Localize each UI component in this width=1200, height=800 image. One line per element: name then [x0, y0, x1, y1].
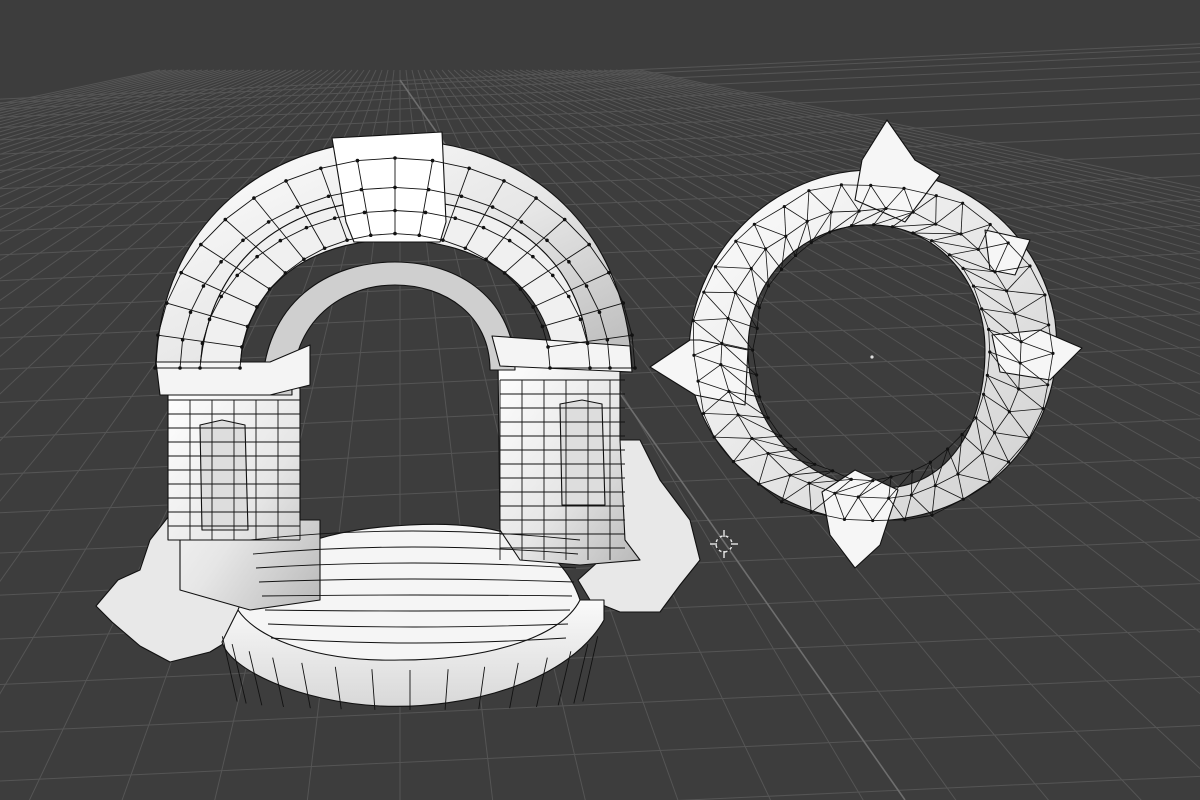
niche-left — [199, 419, 249, 531]
ring-origin-dot — [870, 355, 874, 359]
keystone — [331, 131, 447, 243]
viewport-3d[interactable] — [0, 0, 1200, 800]
3d-cursor-icon[interactable] — [710, 530, 738, 558]
spike-left — [649, 339, 749, 406]
niche-right — [559, 399, 606, 506]
viewport-scene[interactable] — [0, 0, 1200, 800]
